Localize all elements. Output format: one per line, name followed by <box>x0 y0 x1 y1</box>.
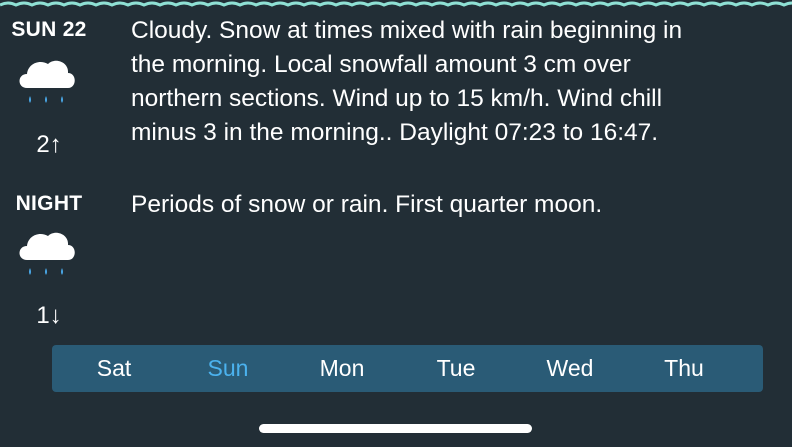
cloud-rain-icon <box>19 232 75 275</box>
night-description: Periods of snow or rain. First quarter m… <box>131 191 603 218</box>
day-tab-sun[interactable]: Sun <box>178 345 278 392</box>
night-temperature: 1↓ <box>36 302 62 329</box>
day-period-label: SUN 22 <box>11 18 87 41</box>
day-tab-mon[interactable]: Mon <box>292 345 392 392</box>
forecast-night-row: NIGHT 1↓ Periods of snow or rain. First … <box>0 188 792 338</box>
day-tab-sat[interactable]: Sat <box>64 345 164 392</box>
day-description: Cloudy. Snow at times mixed with rain be… <box>131 17 683 146</box>
day-temperature: 2↑ <box>36 131 62 158</box>
night-period-label: NIGHT <box>15 192 83 215</box>
wavy-top-border <box>0 1 792 7</box>
day-tab-thu[interactable]: Thu <box>634 345 734 392</box>
home-indicator[interactable] <box>259 424 532 433</box>
day-tab-wed[interactable]: Wed <box>520 345 620 392</box>
cloud-rain-icon <box>19 60 75 103</box>
day-selector: Sat Sun Mon Tue Wed Thu <box>52 345 763 392</box>
day-tab-tue[interactable]: Tue <box>406 345 506 392</box>
forecast-day-row: SUN 22 2↑ Cloudy. Snow at times mixed wi… <box>0 14 792 164</box>
